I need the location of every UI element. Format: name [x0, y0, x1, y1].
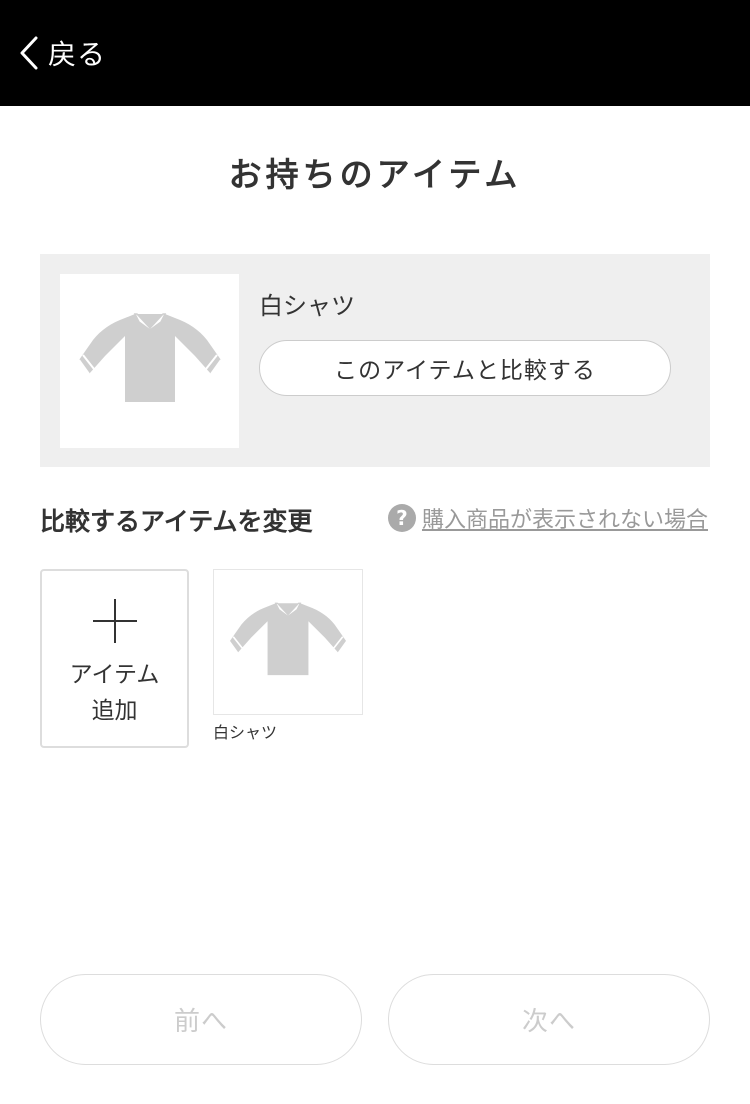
page-title: お持ちのアイテム — [228, 155, 522, 194]
page: 戻る お持ちのアイテム 白シャツ このアイテムと比較する 比較するアイテムを変更… — [0, 0, 750, 1104]
help-link[interactable]: ? 購入商品が表示されない場合 — [387, 502, 708, 534]
compare-button[interactable]: このアイテムと比較する — [259, 340, 671, 396]
header-bar: 戻る — [0, 0, 750, 106]
owned-item-thumbnail — [60, 274, 239, 448]
owned-item-panel: 白シャツ このアイテムと比較する — [40, 254, 710, 467]
help-link-text: 購入商品が表示されない場合 — [421, 508, 708, 533]
add-item-label: アイテム 追加 — [42, 657, 187, 729]
chevron-left-icon — [18, 35, 40, 71]
back-label: 戻る — [48, 38, 107, 71]
candidate-item-thumbnail — [213, 569, 363, 715]
question-icon: ? — [387, 504, 416, 532]
change-section-title: 比較するアイテムを変更 — [40, 507, 313, 536]
candidate-item[interactable]: 白シャツ — [213, 569, 363, 743]
add-item-label-line1: アイテム — [69, 662, 160, 688]
plus-icon — [93, 599, 137, 643]
prev-button[interactable]: 前へ — [40, 974, 362, 1065]
add-item-label-line2: 追加 — [91, 698, 138, 724]
back-button[interactable]: 戻る — [18, 30, 106, 76]
shirt-icon — [77, 312, 222, 410]
candidate-item-name: 白シャツ — [213, 723, 278, 742]
owned-item-name: 白シャツ — [259, 292, 355, 320]
add-item-button[interactable]: アイテム 追加 — [40, 569, 189, 748]
next-button[interactable]: 次へ — [388, 974, 710, 1065]
shirt-icon — [230, 601, 346, 683]
